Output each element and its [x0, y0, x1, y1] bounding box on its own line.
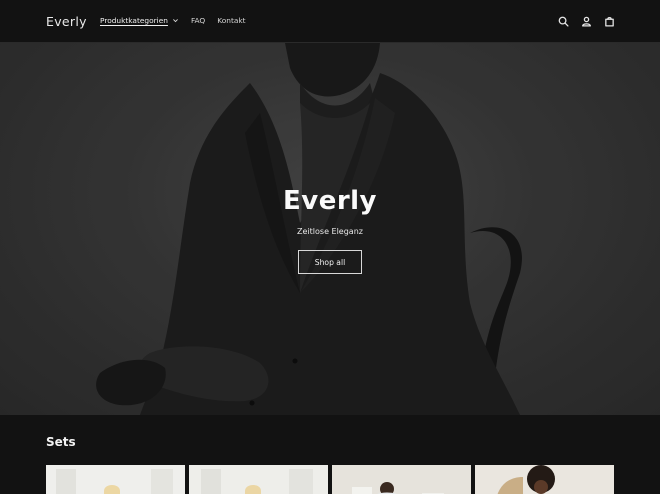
shop-all-button[interactable]: Shop all: [298, 250, 362, 274]
product-card[interactable]: [475, 465, 614, 494]
sets-section: Sets: [0, 415, 660, 494]
nav-item-faq[interactable]: FAQ: [191, 16, 205, 25]
hero-subtitle: Zeitlose Eleganz: [297, 227, 363, 236]
cart-button[interactable]: [602, 14, 616, 28]
site-header: Everly Produktkategorien FAQ Kontakt: [0, 0, 660, 43]
nav-item-label: FAQ: [190, 16, 206, 25]
nav-item-produktkategorien[interactable]: Produktkategorien: [100, 16, 179, 25]
product-image: [189, 465, 328, 494]
account-icon: [581, 16, 591, 27]
chevron-down-icon: [173, 19, 178, 23]
cart-icon: [604, 16, 614, 27]
product-card[interactable]: [46, 465, 185, 494]
account-button[interactable]: [579, 14, 593, 28]
logo[interactable]: Everly: [46, 14, 87, 29]
product-card[interactable]: [332, 465, 471, 494]
product-image: [46, 465, 185, 494]
nav-item-kontakt[interactable]: Kontakt: [217, 16, 245, 25]
header-icons: [547, 14, 616, 28]
section-title: Sets: [46, 435, 76, 449]
product-image: [475, 465, 614, 494]
product-card[interactable]: [189, 465, 328, 494]
product-image: [332, 465, 471, 494]
main-nav: Produktkategorien FAQ Kontakt: [100, 16, 258, 25]
hero-title: Everly: [282, 186, 378, 216]
search-button[interactable]: [556, 14, 570, 28]
nav-item-label: Kontakt: [217, 16, 246, 25]
product-grid: [46, 465, 618, 494]
search-icon: [558, 16, 569, 27]
hero-banner: Everly Zeitlose Eleganz Shop all: [0, 43, 660, 415]
nav-item-label: Produktkategorien: [100, 16, 168, 25]
